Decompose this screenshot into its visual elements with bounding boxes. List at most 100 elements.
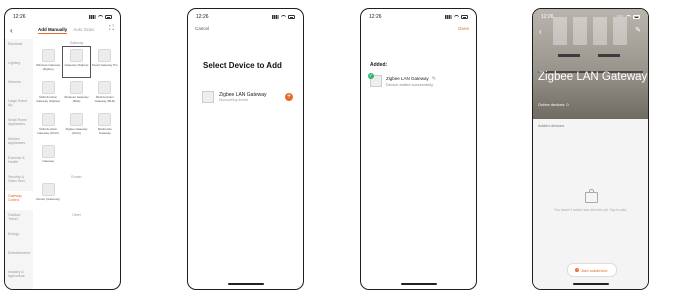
device-icon (69, 49, 83, 62)
sidebar-item-small-home[interactable]: Small Home Appliances (5, 115, 33, 134)
section-other: Other (72, 213, 81, 217)
device-icon (41, 113, 55, 126)
device-label: Gateway (42, 159, 55, 163)
device-title: Zigbee LAN Gateway (538, 71, 648, 83)
device-label: Zigbee Gateway (Wi-Fi) (65, 127, 88, 135)
home-indicator (400, 283, 437, 285)
device-icon (41, 81, 55, 94)
scan-icon[interactable]: ⛶ (109, 25, 114, 33)
tab-auto-scan[interactable]: Auto Scan (73, 27, 94, 34)
device-tile[interactable]: Multimode Gateway (92, 111, 118, 141)
device-tile[interactable]: Multi-function Gateway (Zigbee) (35, 79, 61, 109)
sidebar-item-entertainment[interactable]: Entertainment (5, 248, 33, 267)
device-label: Gateway (Zigbee) (64, 63, 89, 67)
sidebar-item-energy[interactable]: Energy (5, 229, 33, 248)
device-icon (98, 49, 112, 62)
done-button[interactable]: Done (458, 26, 469, 31)
sidebar-item-electrical[interactable]: Electrical (5, 39, 33, 58)
status-time: 12:26 (541, 14, 554, 20)
device-tile[interactable]: Wireless Gateway (BLE) (63, 79, 89, 109)
signal-icon (272, 15, 279, 19)
tab-add-manually[interactable]: Add Manually (38, 27, 68, 34)
device-label: Multi-function Gateway (Wi-Fi) (37, 127, 59, 135)
status-time: 12:26 (369, 14, 382, 20)
section-router: Router (71, 175, 82, 179)
added-label: Added: (370, 62, 388, 68)
empty-hub-icon (585, 189, 598, 203)
sidebar-item-outdoor[interactable]: Outdoor Travel (5, 210, 33, 229)
device-tile[interactable]: Multi-function Gateway (Wi-Fi) (35, 111, 61, 141)
device-tile-selected[interactable]: Gateway (Zigbee) (62, 46, 91, 78)
device-label: Wireless Gateway (BLE) (64, 95, 89, 103)
device-icon (98, 113, 112, 126)
sidebar-item-large-home[interactable]: Large Home Ap. (5, 96, 33, 115)
category-sidebar: Electrical Lighting Sensors Large Home A… (5, 39, 33, 289)
home-indicator (227, 283, 264, 285)
device-icon (69, 113, 83, 126)
section-gateway: Gateway (69, 41, 84, 45)
device-label: Smart Gateway Pro (91, 63, 118, 67)
device-label: Router (Gateway) (36, 197, 60, 201)
back-icon[interactable]: ‹ (539, 27, 542, 36)
device-tile[interactable]: Zigbee Gateway (Wi-Fi) (63, 111, 89, 141)
add-device-button[interactable]: + (285, 93, 293, 101)
plus-icon: + (575, 267, 580, 272)
status-bar: 12:26 (541, 13, 640, 21)
device-grid-area: Gateway Wireless Gateway (Zigbee) Gatewa… (35, 39, 118, 289)
device-tile[interactable]: Smart Gateway Pro (92, 47, 118, 77)
gateway-icon (202, 91, 214, 103)
page-title: Select Device to Add (203, 61, 282, 70)
device-tile[interactable]: Multi-function Gateway (BLE) (92, 79, 118, 109)
device-status: Device added successfully (386, 81, 434, 87)
sidebar-item-kitchen[interactable]: Kitchen Appliances (5, 134, 33, 153)
add-subdevice-label: Add subdevice (581, 267, 608, 273)
wifi-icon (98, 14, 103, 20)
signal-icon (617, 15, 624, 19)
sidebar-item-gateway[interactable]: Gateway Control (5, 191, 33, 210)
device-icon (98, 81, 112, 94)
sidebar-item-health[interactable]: Exercise & Health (5, 153, 33, 172)
device-label: Multimode Gateway (97, 127, 112, 135)
phone-gateway-detail: 12:26 ‹ ✎ Zigbee LAN Gateway Online devi… (532, 8, 649, 290)
sidebar-item-industry[interactable]: Industry & Agriculture (5, 267, 33, 286)
device-label: Wireless Gateway (Zigbee) (36, 63, 61, 71)
battery-icon (633, 15, 640, 19)
edit-name-icon[interactable]: ✎ (432, 76, 436, 82)
phone-device-added: 12:26 Done Added: ✓ Zigbee LAN Gateway ✎ … (360, 8, 477, 290)
status-time: 12:26 (13, 14, 26, 20)
router-icon (41, 183, 55, 196)
edit-icon[interactable]: ✎ (635, 26, 641, 34)
wifi-icon (281, 14, 286, 20)
device-label: Multi-function Gateway (BLE) (94, 95, 115, 103)
device-label: Multi-function Gateway (Zigbee) (36, 95, 61, 103)
sidebar-item-sensors[interactable]: Sensors (5, 77, 33, 96)
status-bar: 12:26 (196, 13, 295, 21)
device-list-item[interactable]: Zigbee LAN Gateway Discovering device + (202, 87, 293, 107)
cancel-button[interactable]: Cancel (195, 26, 209, 31)
device-name: Zigbee LAN Gateway (386, 75, 429, 81)
added-device-item[interactable]: ✓ Zigbee LAN Gateway ✎ Device added succe… (368, 71, 466, 91)
added-devices-label: Added devices (538, 123, 565, 128)
device-tile[interactable]: Router (Gateway) (35, 181, 61, 211)
signal-icon (445, 15, 452, 19)
wifi-icon (626, 14, 631, 20)
check-icon: ✓ (368, 73, 374, 79)
device-icon (41, 49, 55, 62)
device-tile[interactable]: Wireless Gateway (Zigbee) (35, 47, 61, 77)
wifi-icon (454, 14, 459, 20)
battery-icon (105, 15, 112, 19)
gateway-icon: ✓ (368, 73, 382, 87)
phone-add-manually: 12:26 ‹ Add Manually Auto Scan ⛶ Electri… (4, 8, 121, 290)
sidebar-item-security[interactable]: Security & Video Surv. (5, 172, 33, 191)
home-indicator (572, 283, 609, 285)
device-icon (41, 145, 55, 158)
status-time: 12:26 (196, 14, 209, 20)
device-status: Discovering device (219, 98, 249, 102)
sidebar-item-lighting[interactable]: Lighting (5, 58, 33, 77)
device-tile[interactable]: Gateway (35, 143, 61, 173)
status-bar: 12:26 (13, 13, 112, 21)
add-subdevice-button[interactable]: + Add subdevice (566, 263, 617, 277)
back-icon[interactable]: ‹ (10, 26, 13, 35)
signal-icon (89, 15, 96, 19)
battery-icon (461, 15, 468, 19)
